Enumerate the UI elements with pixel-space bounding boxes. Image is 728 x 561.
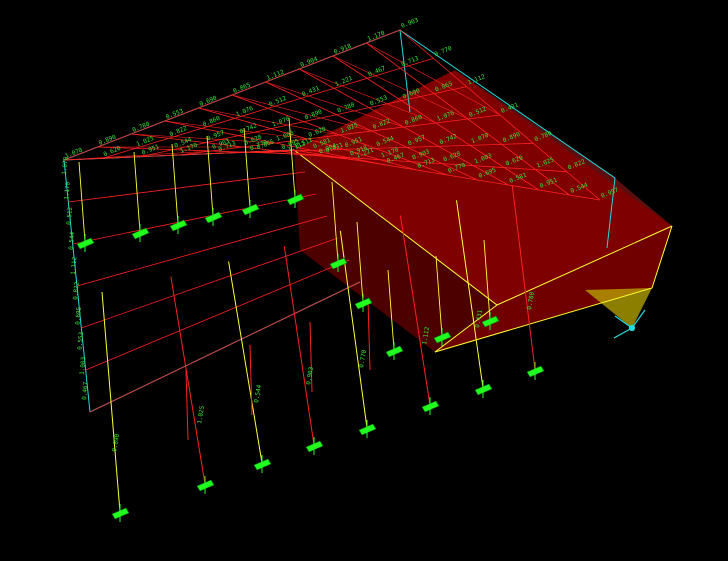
fixed-support-icon[interactable] <box>76 234 95 252</box>
member-label: 0.780 <box>131 120 151 133</box>
member-label: 0.467 <box>367 65 387 78</box>
member-label: 0.544 <box>68 231 77 250</box>
fixed-support-icon[interactable] <box>358 420 377 438</box>
structural-frame-model[interactable]: 1.070 0.620 0.951 1.170 0.713 0.865 0.5120.890… <box>0 0 728 557</box>
member-label: 0.553 <box>165 107 185 120</box>
member-label: 0.903 <box>400 16 420 29</box>
wall-girt <box>85 259 350 371</box>
member-label: 0.890 <box>111 433 121 452</box>
member-label: 1.025 <box>196 405 206 424</box>
wall-girt <box>72 193 317 245</box>
member-label: 0.544 <box>253 384 263 403</box>
member-label: 0.822 <box>169 125 189 138</box>
fixed-support-icon[interactable] <box>526 362 545 380</box>
wall-girt <box>76 215 328 287</box>
column <box>78 161 86 243</box>
member-label: 0.903 <box>305 366 315 385</box>
member-label: 0.431 <box>301 85 321 98</box>
member-label: 1.112 <box>70 256 79 275</box>
member-label: 1.112 <box>266 68 286 81</box>
wall-girt <box>68 171 306 203</box>
member-label: 1.070 <box>61 156 70 175</box>
column <box>101 291 121 513</box>
fixed-support-icon[interactable] <box>196 476 215 494</box>
member-label: 1.170 <box>367 29 387 42</box>
column <box>283 246 315 446</box>
column <box>171 143 179 225</box>
wall-girt <box>89 281 361 413</box>
member-label: 1.112 <box>467 73 487 86</box>
column <box>133 151 141 233</box>
member-label: 1.170 <box>63 181 72 200</box>
member-label: 0.890 <box>98 133 118 146</box>
fixed-support-icon[interactable] <box>253 455 272 473</box>
column <box>228 261 263 464</box>
member-label: 0.690 <box>199 94 219 107</box>
fixed-support-icon[interactable] <box>305 437 324 455</box>
wall-girt <box>63 149 295 161</box>
member-label: 0.860 <box>202 115 222 128</box>
fixed-support-icon[interactable] <box>385 342 404 360</box>
fixed-support-icon[interactable] <box>421 397 440 415</box>
fixed-support-icon[interactable] <box>169 216 188 234</box>
fixed-support-icon[interactable] <box>204 208 223 226</box>
wall-girt <box>81 237 339 329</box>
column <box>249 344 253 416</box>
member-label: 0.822 <box>72 281 81 300</box>
member-label: 1.221 <box>334 75 354 88</box>
column <box>367 299 371 371</box>
member-label: 0.865 <box>232 81 252 94</box>
member-label: 0.904 <box>299 55 319 68</box>
member-label: 0.553 <box>77 331 86 350</box>
member-label: 0.512 <box>268 95 288 108</box>
end-wedge-panel <box>585 288 652 328</box>
fixed-support-icon[interactable] <box>241 200 260 218</box>
member-label: 0.770 <box>433 45 453 58</box>
member-label: 1.076 <box>235 105 255 118</box>
fixed-support-icon[interactable] <box>474 380 493 398</box>
fixed-support-icon[interactable] <box>131 224 150 242</box>
column <box>170 276 206 485</box>
member-label: 0.512 <box>65 206 74 225</box>
3d-structural-viewport[interactable]: 1.070 0.620 0.951 1.170 0.713 0.865 0.512 0.890… <box>0 0 728 557</box>
member-label: 0.770 <box>358 349 368 368</box>
member-label: 0.918 <box>333 42 353 55</box>
member-label: 0.695 <box>74 306 83 325</box>
fixed-support-icon[interactable] <box>111 504 130 522</box>
